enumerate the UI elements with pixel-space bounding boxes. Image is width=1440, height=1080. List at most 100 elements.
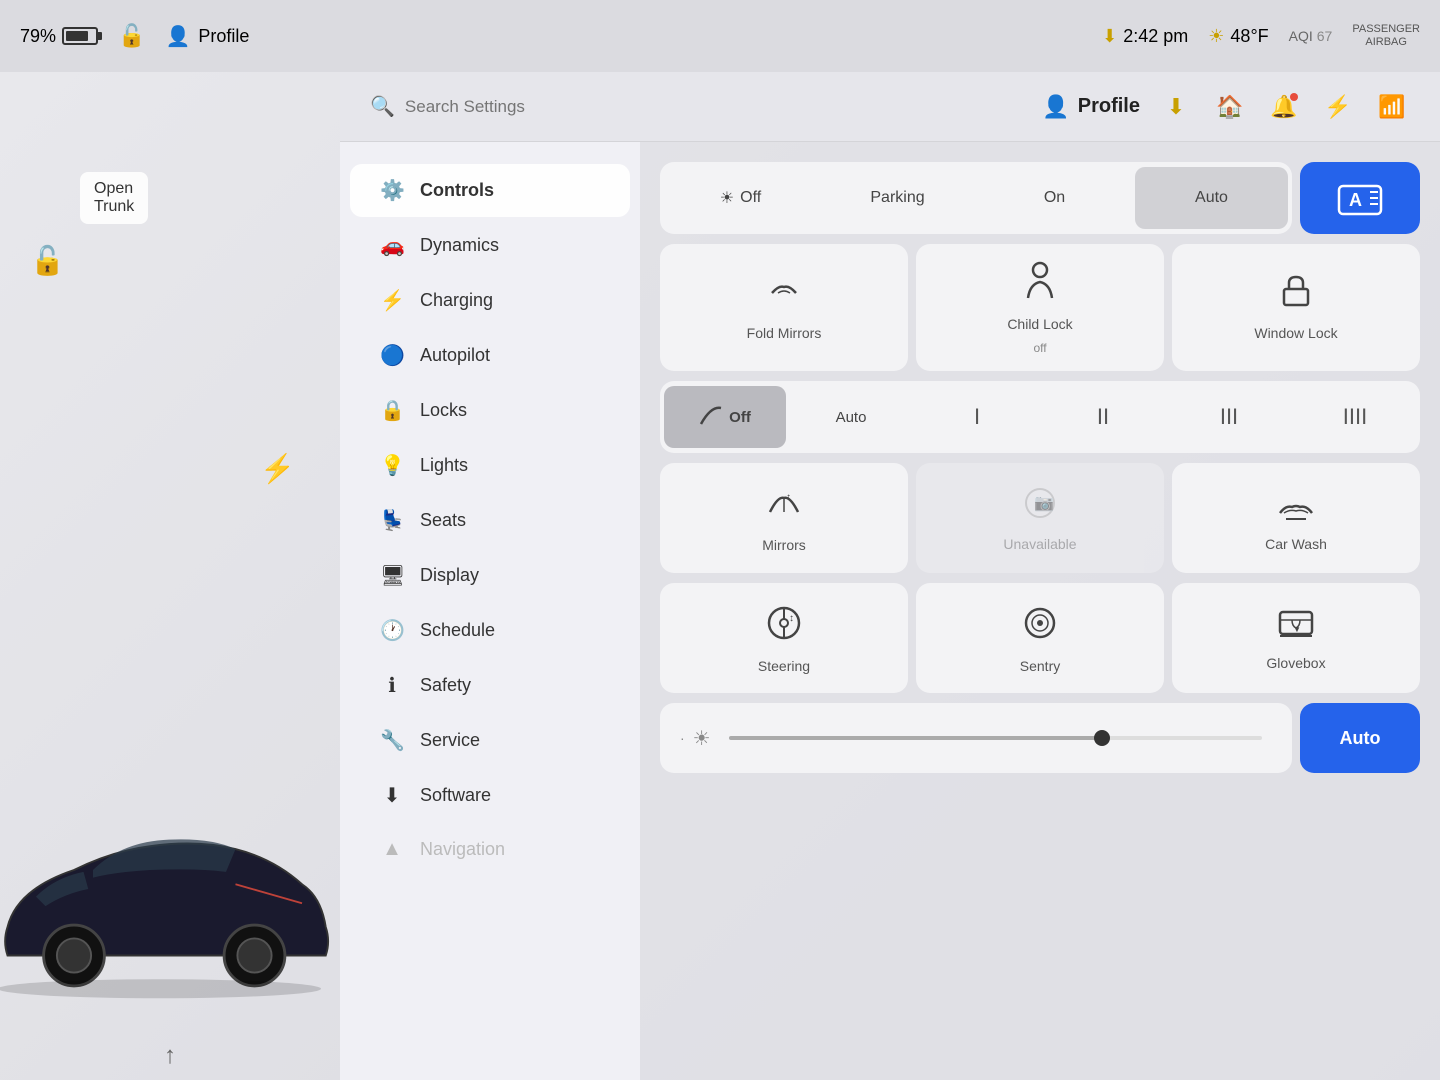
service-label: Service bbox=[420, 730, 480, 751]
time-display: 2:42 pm bbox=[1123, 26, 1188, 47]
sentry-button[interactable]: Sentry bbox=[916, 583, 1164, 693]
download-button[interactable]: ⬇ bbox=[1158, 89, 1194, 125]
download-icon: ⬇ bbox=[1167, 94, 1185, 120]
parking-label: Parking bbox=[870, 189, 924, 207]
feature-row-1: Fold Mirrors Child Lock off bbox=[660, 244, 1420, 371]
brightness-auto-button[interactable]: Auto bbox=[1300, 703, 1420, 773]
feature-row-3: ↕ Steering Sentry bbox=[660, 583, 1420, 693]
wiper-speed2-button[interactable]: II bbox=[1042, 386, 1164, 448]
sentry-icon bbox=[1020, 603, 1060, 650]
sidebar-item-charging[interactable]: ⚡ Charging bbox=[350, 274, 630, 327]
sentry-label: Sentry bbox=[1020, 658, 1060, 674]
wiper-off-button[interactable]: Off bbox=[664, 386, 786, 448]
controls-label: Controls bbox=[420, 180, 494, 201]
window-lock-button[interactable]: Window Lock bbox=[1172, 244, 1420, 371]
status-temperature: ☀ 48°F bbox=[1208, 26, 1268, 47]
charging-label: Charging bbox=[420, 290, 493, 311]
home-button[interactable]: 🏠 bbox=[1212, 89, 1248, 125]
status-profile-label: Profile bbox=[198, 26, 249, 47]
lighting-panel: ☀ Off Parking On Auto bbox=[660, 162, 1292, 234]
sidebar-item-seats[interactable]: 💺 Seats bbox=[350, 494, 630, 547]
signal-icon: 📶 bbox=[1378, 94, 1405, 120]
fold-mirrors-label: Fold Mirrors bbox=[747, 324, 822, 342]
car-wash-label: Car Wash bbox=[1265, 536, 1327, 552]
aqi-value: 67 bbox=[1317, 28, 1333, 44]
sidebar-item-dynamics[interactable]: 🚗 Dynamics bbox=[350, 219, 630, 272]
controls-grid: ☀ Off Parking On Auto bbox=[640, 142, 1440, 1080]
light-off-button[interactable]: ☀ Off bbox=[664, 167, 817, 229]
passenger-airbag-label: PASSENGER AIRBAG bbox=[1352, 23, 1420, 49]
on-label: On bbox=[1044, 189, 1065, 207]
child-lock-sublabel: off bbox=[1033, 341, 1046, 355]
profile-user-icon: 👤 bbox=[1042, 94, 1069, 120]
brightness-row: · ☀ Auto bbox=[660, 703, 1420, 773]
wiper-auto-button[interactable]: Auto bbox=[790, 386, 912, 448]
mirrors-button[interactable]: ↕ Mirrors bbox=[660, 463, 908, 573]
settings-panel: ⚙️ Controls 🚗 Dynamics ⚡ Charging 🔵 Auto… bbox=[340, 142, 1440, 1080]
status-profile[interactable]: 👤 Profile bbox=[165, 24, 249, 49]
sidebar-item-navigation[interactable]: ▲ Navigation bbox=[350, 824, 630, 875]
brightness-sun-icon: ☀ bbox=[693, 726, 711, 751]
signal-button[interactable]: 📶 bbox=[1374, 89, 1410, 125]
locks-label: Locks bbox=[420, 400, 467, 421]
window-lock-icon bbox=[1278, 273, 1314, 316]
sidebar-item-display[interactable]: 🖥 Display bbox=[350, 549, 630, 602]
safety-icon: ℹ bbox=[380, 673, 404, 698]
sidebar-item-autopilot[interactable]: 🔵 Autopilot bbox=[350, 329, 630, 382]
svg-text:↕: ↕ bbox=[789, 613, 794, 624]
status-time: ⬇ 2:42 pm bbox=[1102, 26, 1188, 47]
scroll-up-arrow[interactable]: ↑ bbox=[164, 1042, 176, 1070]
light-parking-button[interactable]: Parking bbox=[821, 167, 974, 229]
sidebar-item-service[interactable]: 🔧 Service bbox=[350, 714, 630, 767]
lights-label: Lights bbox=[420, 455, 468, 476]
child-lock-icon bbox=[1022, 260, 1058, 307]
profile-label: Profile bbox=[1078, 95, 1140, 118]
notification-button[interactable]: 🔔 bbox=[1266, 89, 1302, 125]
light-on-button[interactable]: On bbox=[978, 167, 1131, 229]
dynamics-icon: 🚗 bbox=[380, 233, 404, 258]
brightness-thumb[interactable] bbox=[1094, 730, 1110, 746]
bluetooth-button[interactable]: ⚡ bbox=[1320, 89, 1356, 125]
feature-row-2: ↕ Mirrors 📷 Unavailable bbox=[660, 463, 1420, 573]
temperature-display: 48°F bbox=[1230, 26, 1268, 47]
aqi-display: AQI 67 bbox=[1289, 28, 1333, 44]
sidebar-item-locks[interactable]: 🔒 Locks bbox=[350, 384, 630, 437]
profile-button[interactable]: 👤 Profile bbox=[1042, 94, 1140, 120]
wiper-speed3-button[interactable]: III bbox=[1168, 386, 1290, 448]
autopilot-icon: A bbox=[1335, 178, 1385, 218]
steering-label: Steering bbox=[758, 658, 810, 674]
brightness-slider[interactable] bbox=[729, 736, 1262, 740]
lighting-row: ☀ Off Parking On Auto bbox=[660, 162, 1420, 234]
wiper-row: Off Auto I II III IIII bbox=[660, 381, 1420, 453]
sidebar-item-lights[interactable]: 💡 Lights bbox=[350, 439, 630, 492]
sidebar-item-schedule[interactable]: 🕐 Schedule bbox=[350, 604, 630, 657]
lights-icon: 💡 bbox=[380, 453, 404, 478]
svg-text:📷: 📷 bbox=[1034, 495, 1054, 512]
navigation-label: Navigation bbox=[420, 839, 505, 860]
wiper-speed1-button[interactable]: I bbox=[916, 386, 1038, 448]
fold-mirrors-button[interactable]: Fold Mirrors bbox=[660, 244, 908, 371]
open-trunk-button[interactable]: Open Trunk bbox=[80, 172, 148, 224]
autopilot-button[interactable]: A bbox=[1300, 162, 1420, 234]
wiper-speed4-button[interactable]: IIII bbox=[1294, 386, 1416, 448]
glovebox-button[interactable]: ▼ Glovebox bbox=[1172, 583, 1420, 693]
schedule-icon: 🕐 bbox=[380, 618, 404, 643]
glovebox-icon: ▼ bbox=[1276, 606, 1316, 647]
unavailable-button[interactable]: 📷 Unavailable bbox=[916, 463, 1164, 573]
child-lock-button[interactable]: Child Lock off bbox=[916, 244, 1164, 371]
service-icon: 🔧 bbox=[380, 728, 404, 753]
notification-dot bbox=[1290, 93, 1298, 101]
search-input[interactable] bbox=[405, 97, 705, 117]
steering-button[interactable]: ↕ Steering bbox=[660, 583, 908, 693]
light-auto-button[interactable]: Auto bbox=[1135, 167, 1288, 229]
sidebar-item-software[interactable]: ⬇ Software bbox=[350, 769, 630, 822]
sidebar-item-safety[interactable]: ℹ Safety bbox=[350, 659, 630, 712]
sidebar-item-controls[interactable]: ⚙️ Controls bbox=[350, 164, 630, 217]
sidebar: ⚙️ Controls 🚗 Dynamics ⚡ Charging 🔵 Auto… bbox=[340, 142, 640, 1080]
car-wash-button[interactable]: Car Wash bbox=[1172, 463, 1420, 573]
locks-icon: 🔒 bbox=[380, 398, 404, 423]
svg-text:↕: ↕ bbox=[786, 492, 791, 503]
car-wash-icon bbox=[1276, 485, 1316, 528]
car-silhouette bbox=[0, 720, 340, 1020]
unavailable-label: Unavailable bbox=[1003, 536, 1076, 552]
